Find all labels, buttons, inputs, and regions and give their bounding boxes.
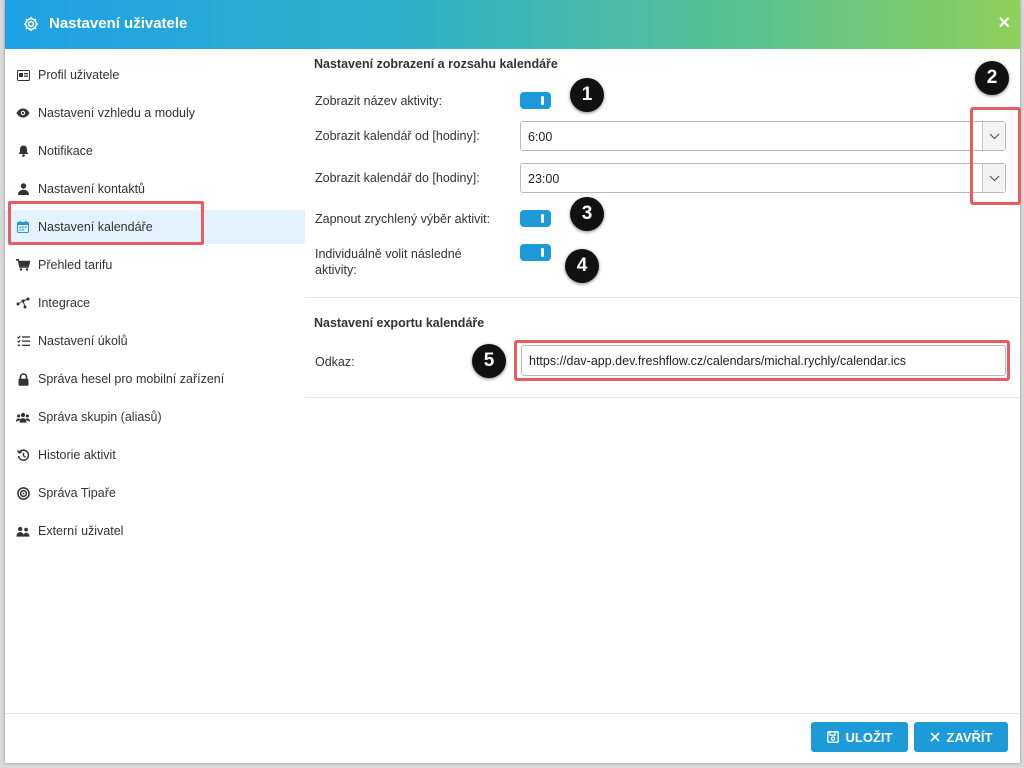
section-divider xyxy=(305,297,1020,298)
sidebar-item-tasks[interactable]: Nastavení úkolů xyxy=(5,324,305,358)
sidebar-item-mobile-passwords[interactable]: Správa hesel pro mobilní zařízení xyxy=(5,362,305,396)
sidebar-item-tariff[interactable]: Přehled tarifu xyxy=(5,248,305,282)
target-icon xyxy=(16,486,30,500)
sidebar-item-tipper[interactable]: Správa Tipaře xyxy=(5,476,305,510)
show-from-select[interactable]: 6:00 xyxy=(520,121,1006,151)
user-settings-dialog: Nastavení uživatele × Profil uživatele N… xyxy=(5,0,1021,763)
show-from-label: Zobrazit kalendář od [hodiny]: xyxy=(315,129,480,143)
export-link-label: Odkaz: xyxy=(315,355,355,369)
sidebar-item-integrations[interactable]: Integrace xyxy=(5,286,305,320)
show-to-select[interactable]: 23:00 xyxy=(520,163,1006,193)
cart-icon xyxy=(16,258,30,272)
eye-icon xyxy=(16,106,30,120)
highlight-box-export-link xyxy=(514,340,1010,381)
sidebar-item-groups[interactable]: Správa skupin (aliasů) xyxy=(5,400,305,434)
sidebar-item-label: Historie aktivit xyxy=(38,448,116,462)
sidebar-item-external-user[interactable]: Externí uživatel xyxy=(5,514,305,548)
marker-3: 3 xyxy=(570,197,604,231)
sidebar-item-label: Profil uživatele xyxy=(38,68,120,82)
users-icon xyxy=(16,410,30,424)
sidebar-item-label: Nastavení úkolů xyxy=(38,334,128,348)
sidebar-item-label: Správa Tipaře xyxy=(38,486,116,500)
show-activity-name-toggle[interactable] xyxy=(520,92,551,109)
save-button-label: ULOŽIT xyxy=(845,729,893,745)
sidebar-item-label: Přehled tarifu xyxy=(38,258,113,272)
sidebar-item-label: Integrace xyxy=(38,296,91,310)
network-icon xyxy=(16,296,30,310)
quick-select-label: Zapnout zrychlený výběr aktivit: xyxy=(315,212,491,226)
marker-4: 4 xyxy=(565,249,599,283)
save-button[interactable]: ULOŽIT xyxy=(811,722,908,752)
section-title-display: Nastavení zobrazení a rozsahu kalendáře xyxy=(314,57,558,71)
section-divider xyxy=(305,397,1020,398)
close-button-label: ZAVŘÍT xyxy=(946,729,993,745)
section-title-export: Nastavení exportu kalendáře xyxy=(314,316,485,330)
highlight-box-calendar xyxy=(8,201,204,245)
user-icon xyxy=(16,182,30,196)
marker-2: 2 xyxy=(975,61,1009,95)
show-to-value: 23:00 xyxy=(528,172,560,186)
sidebar-item-label: Notifikace xyxy=(38,144,93,158)
sidebar-item-label: Nastavení vzhledu a moduly xyxy=(38,106,196,120)
dialog-title: Nastavení uživatele xyxy=(49,15,188,32)
dialog-titlebar: Nastavení uživatele × xyxy=(5,0,1020,49)
follow-up-toggle[interactable] xyxy=(520,244,551,261)
sidebar-item-activity-history[interactable]: Historie aktivit xyxy=(5,438,305,472)
follow-up-label-line2: aktivity: xyxy=(315,263,357,277)
lock-icon xyxy=(16,372,30,386)
settings-sidebar: Profil uživatele Nastavení vzhledu a mod… xyxy=(5,49,305,709)
quick-select-toggle[interactable] xyxy=(520,210,551,227)
bell-icon xyxy=(16,144,30,158)
close-icon xyxy=(929,732,940,742)
show-activity-name-label: Zobrazit název aktivity: xyxy=(315,94,443,108)
sidebar-item-label: Externí uživatel xyxy=(38,524,124,538)
sidebar-item-notifications[interactable]: Notifikace xyxy=(5,134,305,168)
show-to-label: Zobrazit kalendář do [hodiny]: xyxy=(315,171,480,185)
marker-5: 5 xyxy=(472,344,506,378)
close-dialog-button[interactable]: × xyxy=(998,13,1010,33)
follow-up-label: Individuálně volit následné aktivity: xyxy=(315,246,462,278)
sidebar-item-label: Správa skupin (aliasů) xyxy=(38,410,162,424)
gear-icon xyxy=(22,15,40,33)
sidebar-item-profile[interactable]: Profil uživatele xyxy=(5,58,305,92)
save-icon xyxy=(826,731,839,743)
show-from-value: 6:00 xyxy=(528,130,553,144)
follow-up-label-line1: Individuálně volit následné xyxy=(315,247,462,261)
sidebar-item-appearance[interactable]: Nastavení vzhledu a moduly xyxy=(5,96,305,130)
sidebar-item-label: Nastavení kontaktů xyxy=(38,182,146,196)
close-button[interactable]: ZAVŘÍT xyxy=(914,722,1008,752)
tasks-icon xyxy=(16,334,30,348)
footer-divider xyxy=(5,713,1020,714)
marker-1: 1 xyxy=(570,78,604,112)
history-icon xyxy=(16,448,30,462)
sidebar-item-label: Správa hesel pro mobilní zařízení xyxy=(38,372,225,386)
highlight-box-dropdowns xyxy=(970,107,1021,205)
id-card-icon xyxy=(16,68,30,82)
user-group-icon xyxy=(16,524,30,538)
